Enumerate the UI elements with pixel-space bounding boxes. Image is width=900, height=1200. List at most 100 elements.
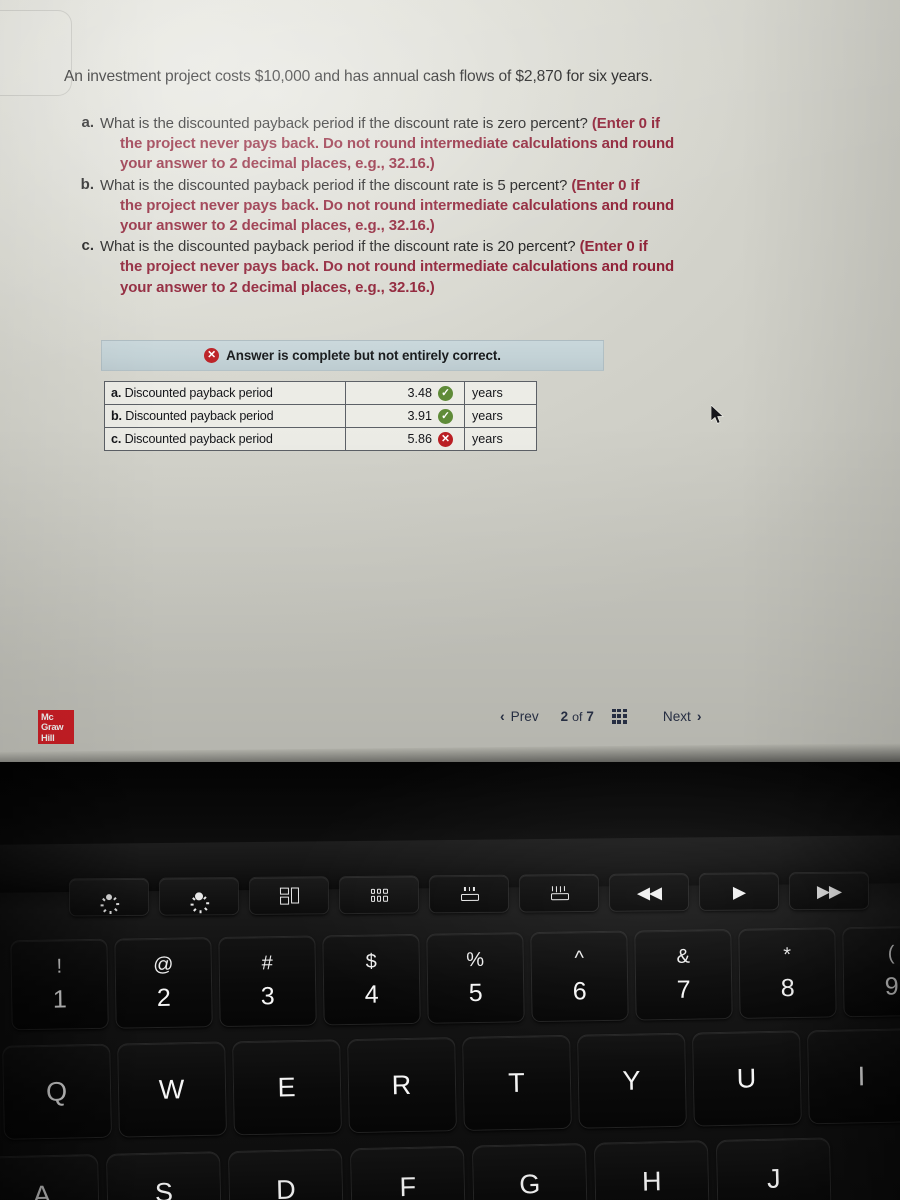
brightness-down-icon: [100, 889, 120, 915]
key-r-label: R: [391, 1069, 413, 1100]
keyboard-brightness-up-key[interactable]: [519, 874, 599, 912]
row-b-value-cell[interactable]: 3.91 ✓: [345, 404, 465, 428]
key-2[interactable]: @ 2: [115, 938, 212, 1028]
key-4-digit: 4: [364, 980, 379, 1009]
mission-control-icon: [279, 886, 299, 905]
play-pause-key[interactable]: ▶: [699, 873, 779, 910]
key-r[interactable]: R: [348, 1038, 456, 1133]
key-9-digit: 9: [884, 971, 899, 1001]
key-1[interactable]: ! 1: [11, 939, 108, 1030]
part-c-bold-line3: your answer to 2 decimal places, e.g., 3…: [120, 278, 435, 296]
key-9-symbol: (: [887, 941, 895, 965]
check-circle-icon: ✓: [438, 408, 453, 424]
row-c-value: 5.86: [407, 432, 432, 446]
check-circle-icon: ✓: [438, 385, 453, 401]
key-3-symbol: #: [261, 951, 273, 974]
key-s[interactable]: S: [107, 1152, 222, 1200]
key-d[interactable]: D: [229, 1149, 344, 1200]
brightness-up-key[interactable]: [159, 878, 239, 915]
key-y[interactable]: Y: [578, 1033, 686, 1128]
next-label: Next: [662, 708, 691, 724]
homework-page: An investment project costs $10,000 and …: [0, 0, 900, 770]
key-9[interactable]: ( 9: [843, 926, 900, 1017]
fast-forward-icon: ▶▶: [816, 881, 842, 901]
key-a-label: A: [32, 1180, 52, 1200]
x-circle-icon: ✕: [438, 431, 453, 447]
laptop-photo: An investment project costs $10,000 and …: [0, 0, 900, 1200]
row-a-label-cell: a. Discounted payback period: [104, 381, 346, 405]
row-c-value-cell[interactable]: 5.86 ✕: [345, 427, 465, 451]
question-parts-list: a. What is the discounted payback period…: [72, 114, 802, 299]
keyboard-brightness-down-key[interactable]: [429, 875, 509, 913]
key-w[interactable]: W: [118, 1042, 226, 1137]
row-c-label-cell: c. Discounted payback period: [104, 427, 346, 451]
row-b-value: 3.91: [407, 409, 432, 423]
key-j-label: J: [766, 1163, 781, 1194]
part-b-letter: b.: [80, 175, 94, 193]
key-3[interactable]: # 3: [219, 936, 316, 1027]
key-5-symbol: %: [466, 948, 485, 971]
row-a-value: 3.48: [407, 386, 432, 400]
key-a[interactable]: A: [0, 1155, 100, 1200]
key-6-digit: 6: [572, 976, 587, 1005]
key-d-label: D: [275, 1174, 296, 1200]
question-part-a: a. What is the discounted payback period…: [72, 114, 802, 175]
fast-forward-key[interactable]: ▶▶: [789, 872, 869, 910]
key-u-label: U: [736, 1062, 758, 1094]
key-8-symbol: *: [783, 943, 792, 966]
row-a-value-cell[interactable]: 3.48 ✓: [345, 381, 465, 405]
next-button[interactable]: Next ›: [663, 708, 702, 724]
key-q[interactable]: Q: [3, 1044, 111, 1139]
launchpad-key[interactable]: [339, 876, 419, 914]
prev-label: Prev: [510, 708, 539, 724]
key-e[interactable]: E: [233, 1040, 341, 1135]
key-4[interactable]: $ 4: [323, 934, 420, 1025]
page-total: 7: [586, 708, 594, 724]
key-j[interactable]: J: [716, 1138, 831, 1200]
launchpad-icon: [370, 888, 388, 902]
brightness-down-key[interactable]: [69, 878, 149, 916]
mcgraw-hill-logo: Mc Graw Hill: [38, 710, 74, 744]
key-5[interactable]: % 5: [427, 933, 524, 1023]
logo-line-3: Hill: [41, 731, 55, 743]
row-c-label: Discounted payback period: [124, 432, 273, 446]
question-stem: An investment project costs $10,000 and …: [64, 68, 653, 85]
key-8-digit: 8: [780, 973, 795, 1002]
key-g-label: G: [518, 1168, 541, 1200]
key-s-label: S: [154, 1177, 174, 1200]
laptop-screen: An investment project costs $10,000 and …: [0, 0, 900, 770]
key-7[interactable]: & 7: [635, 929, 732, 1020]
part-c-letter: c.: [81, 237, 94, 255]
part-a-bold-line2: the project never pays back. Do not roun…: [120, 135, 675, 153]
part-b-bold-line2: the project never pays back. Do not roun…: [120, 196, 675, 214]
page-of-label: of: [572, 709, 583, 724]
key-t[interactable]: T: [463, 1035, 571, 1130]
key-6[interactable]: ^ 6: [531, 931, 628, 1022]
part-b-bold-line3: your answer to 2 decimal places, e.g., 3…: [120, 217, 435, 235]
grid-3x3-icon[interactable]: [611, 708, 627, 724]
part-b-lead: What is the discounted payback period if…: [100, 176, 568, 194]
key-5-digit: 5: [468, 978, 483, 1007]
key-u[interactable]: U: [693, 1031, 801, 1126]
rewind-key[interactable]: ◀◀: [609, 874, 689, 911]
key-f[interactable]: F: [350, 1146, 466, 1200]
mouse-pointer-icon: [711, 405, 724, 424]
row-b-unit: years: [464, 404, 537, 428]
key-8[interactable]: * 8: [739, 928, 836, 1018]
key-i[interactable]: I: [808, 1029, 900, 1124]
pagination-bar: ‹ Prev 2 of 7 Next ›: [500, 702, 790, 730]
prev-button[interactable]: ‹ Prev: [500, 708, 539, 724]
row-b-label: Discounted payback period: [125, 409, 274, 423]
play-icon: ▶: [732, 882, 746, 902]
key-1-symbol: !: [56, 954, 63, 978]
key-h[interactable]: H: [594, 1141, 709, 1200]
mission-control-key[interactable]: [249, 877, 329, 914]
key-2-digit: 2: [156, 983, 171, 1012]
page-indicator: 2 of 7: [561, 709, 594, 724]
part-c-bold-line2: the project never pays back. Do not roun…: [120, 258, 675, 276]
page-current: 2: [560, 708, 569, 724]
key-g[interactable]: G: [472, 1143, 587, 1200]
key-e-label: E: [277, 1071, 297, 1102]
part-a-bold-line3: your answer to 2 decimal places, e.g., 3…: [120, 155, 435, 173]
table-row: c. Discounted payback period 5.86 ✕ year…: [104, 427, 537, 451]
